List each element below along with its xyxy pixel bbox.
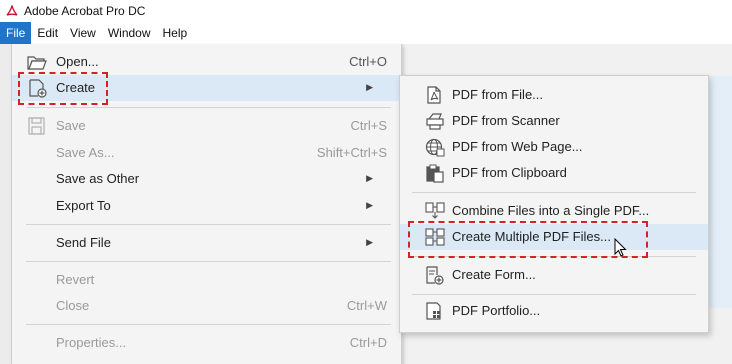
pdf-from-file-icon xyxy=(427,86,441,104)
send-file-arrow-icon: ▶ xyxy=(366,237,373,247)
submenu-divider xyxy=(412,294,696,295)
pdf-from-web-page-label: PDF from Web Page... xyxy=(452,139,583,154)
create-submenu: PDF from File... PDF from Scanner PDF fr… xyxy=(399,75,709,333)
file-menu-save-as-other[interactable]: Save as Other ▶ xyxy=(12,166,401,192)
scanner-icon xyxy=(426,113,444,130)
combine-files-label: Combine Files into a Single PDF... xyxy=(452,203,650,218)
menu-divider xyxy=(26,224,391,225)
menu-view[interactable]: View xyxy=(64,22,102,44)
acrobat-logo-icon xyxy=(6,5,18,16)
pdf-from-scanner-label: PDF from Scanner xyxy=(452,113,560,128)
title-bar: Adobe Acrobat Pro DC xyxy=(0,0,732,22)
file-menu-close[interactable]: Close Ctrl+W xyxy=(12,293,401,319)
create-submenu-arrow-icon: ▶ xyxy=(366,82,373,92)
export-to-label: Export To xyxy=(56,198,111,213)
menu-file[interactable]: File xyxy=(0,22,32,44)
file-menu-send-file[interactable]: Send File ▶ xyxy=(12,230,401,256)
file-menu-export-to[interactable]: Export To ▶ xyxy=(12,193,401,219)
highlight-create-annotation xyxy=(18,72,108,105)
export-to-arrow-icon: ▶ xyxy=(366,200,373,210)
submenu-pdf-from-scanner[interactable]: PDF from Scanner xyxy=(400,108,708,134)
properties-label: Properties... xyxy=(56,335,127,350)
file-menu-save[interactable]: Save Ctrl+S xyxy=(12,113,401,139)
submenu-pdf-from-web-page[interactable]: PDF from Web Page... xyxy=(400,134,708,160)
floppy-disk-icon xyxy=(28,117,45,135)
globe-icon xyxy=(425,138,445,157)
close-shortcut: Ctrl+W xyxy=(346,298,387,313)
menu-divider xyxy=(26,261,391,262)
pdf-portfolio-label: PDF Portfolio... xyxy=(452,303,541,318)
submenu-create-form[interactable]: Create Form... xyxy=(400,262,708,288)
close-label: Close xyxy=(56,298,90,313)
menu-window[interactable]: Window xyxy=(102,22,157,44)
submenu-pdf-from-clipboard[interactable]: PDF from Clipboard xyxy=(400,160,708,186)
pdf-from-file-label: PDF from File... xyxy=(452,87,544,102)
clipboard-icon xyxy=(426,164,444,183)
open-label: Open... xyxy=(56,54,99,69)
highlight-create-multiple-annotation xyxy=(408,221,648,258)
form-icon xyxy=(426,266,444,285)
mouse-pointer-icon xyxy=(614,238,627,257)
pdf-from-clipboard-label: PDF from Clipboard xyxy=(452,165,567,180)
create-form-label: Create Form... xyxy=(452,267,536,282)
menu-divider xyxy=(26,324,391,325)
send-file-label: Send File xyxy=(56,235,111,250)
menu-bar: File Edit View Window Help xyxy=(0,22,732,44)
file-menu-revert[interactable]: Revert xyxy=(12,267,401,293)
menu-divider xyxy=(26,107,391,108)
submenu-divider xyxy=(412,192,696,193)
open-shortcut: Ctrl+O xyxy=(349,54,387,69)
combine-files-icon xyxy=(425,202,445,219)
file-menu-properties[interactable]: Properties... Ctrl+D xyxy=(12,330,401,356)
submenu-pdf-from-file[interactable]: PDF from File... xyxy=(400,82,708,108)
revert-label: Revert xyxy=(56,272,95,287)
save-as-shortcut: Shift+Ctrl+S xyxy=(316,145,387,160)
menu-help[interactable]: Help xyxy=(157,22,194,44)
save-as-label: Save As... xyxy=(56,145,115,160)
file-menu-save-as[interactable]: Save As... Shift+Ctrl+S xyxy=(12,140,401,166)
window-title: Adobe Acrobat Pro DC xyxy=(24,4,146,18)
properties-shortcut: Ctrl+D xyxy=(349,335,387,350)
folder-open-icon xyxy=(27,56,47,70)
menu-edit[interactable]: Edit xyxy=(31,22,64,44)
save-as-other-arrow-icon: ▶ xyxy=(366,173,373,183)
submenu-pdf-portfolio[interactable]: PDF Portfolio... xyxy=(400,298,708,324)
save-as-other-label: Save as Other xyxy=(56,171,140,186)
save-shortcut: Ctrl+S xyxy=(350,118,387,133)
portfolio-icon xyxy=(426,302,441,320)
save-label: Save xyxy=(56,118,86,133)
